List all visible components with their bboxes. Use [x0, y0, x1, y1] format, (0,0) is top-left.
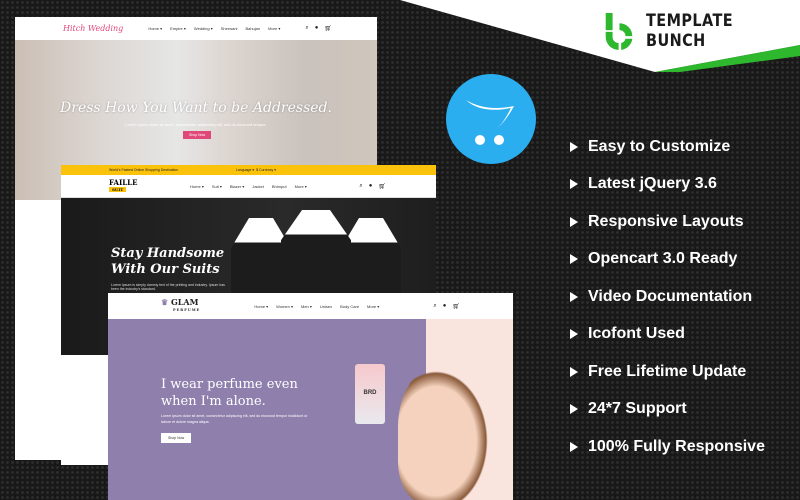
feature-list: Easy to Customize Latest jQuery 3.6 Respon…: [570, 128, 765, 466]
feature-item: 24*7 Support: [570, 391, 765, 429]
arrow-right-icon: [570, 179, 578, 190]
feature-label: 100% Fully Responsive: [588, 437, 765, 455]
model-image: [398, 364, 493, 500]
top-bar-message: World's Fastest Online Shopping Destinat…: [109, 168, 179, 172]
search-icon[interactable]: ⌕: [433, 303, 436, 310]
top-bar: World's Fastest Online Shopping Destinat…: [61, 165, 436, 175]
glam-nav: Home ▾ Women ▾ Men ▾ Unisex Body Care More ▾: [254, 304, 379, 309]
feature-item: Opencart 3.0 Ready: [570, 241, 765, 279]
search-icon[interactable]: ⌕: [305, 25, 308, 32]
wedding-logo: Hitch Wedding: [63, 24, 124, 33]
nav-item[interactable]: Bhimput: [272, 184, 287, 189]
nav-item[interactable]: Home ▾: [190, 184, 204, 189]
brand-name: TEMPLATE BUNCH: [646, 11, 734, 51]
hero-subtitle: Lorem Ipsum is simply dummy text of the …: [111, 283, 225, 291]
nav-item[interactable]: More ▾: [268, 26, 280, 31]
user-icon[interactable]: ●: [369, 183, 373, 190]
feature-item: Latest jQuery 3.6: [570, 166, 765, 204]
currency-selector[interactable]: $ Currency ▾: [256, 168, 276, 172]
feature-item: Video Documentation: [570, 278, 765, 316]
glam-theme-preview: ♛ GLAM PERFUME Home ▾ Women ▾ Men ▾ Unisex Bo…: [108, 293, 513, 500]
feature-label: Responsive Layouts: [588, 212, 744, 230]
arrow-right-icon: [570, 441, 578, 452]
feature-item: Free Lifetime Update: [570, 353, 765, 391]
template-bunch-logo: TEMPLATE BUNCH: [604, 8, 800, 54]
feature-label: Easy to Customize: [588, 137, 731, 155]
nav-item[interactable]: Wedding ▾: [194, 26, 213, 31]
feature-label: Free Lifetime Update: [588, 362, 747, 380]
nav-item[interactable]: Empire ▾: [170, 26, 186, 31]
arrow-right-icon: [570, 254, 578, 265]
opencart-cart-icon: [446, 74, 536, 164]
nav-item[interactable]: Blazer ▾: [230, 184, 244, 189]
cart-icon[interactable]: 🛒︎: [452, 303, 460, 310]
feature-label: Latest jQuery 3.6: [588, 175, 717, 193]
arrow-right-icon: [570, 404, 578, 415]
arrow-right-icon: [570, 366, 578, 377]
arrow-right-icon: [570, 329, 578, 340]
hero-subtitle: Lorem ipsum dolor sit amet, consectetur …: [161, 414, 308, 424]
hero-title: Dress How You Want to be Addressed.: [60, 100, 332, 116]
nav-item[interactable]: More ▾: [367, 304, 379, 309]
feature-item: Responsive Layouts: [570, 203, 765, 241]
feature-label: 24*7 Support: [588, 400, 687, 418]
nav-item[interactable]: Sherwani: [221, 26, 238, 31]
arrow-right-icon: [570, 216, 578, 227]
nav-item[interactable]: More ▾: [295, 184, 307, 189]
wedding-nav: Home ▾ Empire ▾ Wedding ▾ Sherwani Bahujan Mo…: [148, 26, 280, 31]
nav-item[interactable]: Unisex: [320, 304, 332, 309]
arrow-right-icon: [570, 141, 578, 152]
nav-item[interactable]: Suit ▾: [212, 184, 222, 189]
cart-icon[interactable]: 🛒︎: [324, 25, 332, 32]
faille-logo: FAILLE SUIT: [109, 177, 138, 192]
feature-label: Opencart 3.0 Ready: [588, 250, 738, 268]
shop-now-button[interactable]: Shop Now: [161, 433, 192, 443]
feature-label: Video Documentation: [588, 287, 753, 305]
nav-item[interactable]: Body Care: [340, 304, 359, 309]
glam-hero: I wear perfume even when I'm alone. Lorem…: [108, 319, 513, 500]
hero-subtitle: Lorem ipsum dolor sit amet, consectetur …: [125, 122, 267, 127]
glam-logo: ♛ GLAM PERFUME: [161, 297, 201, 312]
shop-now-button[interactable]: Shop Now: [183, 131, 212, 139]
nav-item[interactable]: Women ▾: [276, 304, 293, 309]
search-icon[interactable]: ⌕: [359, 183, 362, 190]
nav-item[interactable]: Jacket: [252, 184, 264, 189]
faille-nav: Home ▾ Suit ▾ Blazer ▾ Jacket Bhimput More ▾: [190, 184, 307, 189]
feature-label: Icofont Used: [588, 325, 685, 343]
user-icon[interactable]: ●: [315, 25, 319, 32]
language-selector[interactable]: Language ▾: [236, 168, 254, 172]
hero-title: I wear perfume even when I'm alone.: [161, 377, 298, 409]
hero-title: Stay Handsome With Our Suits: [111, 246, 225, 277]
feature-item: Icofont Used: [570, 316, 765, 354]
feature-item: Easy to Customize: [570, 128, 765, 166]
feature-item: 100% Fully Responsive: [570, 428, 765, 466]
nav-item[interactable]: Bahujan: [245, 26, 260, 31]
perfume-bottle-image: BRD: [355, 364, 385, 424]
user-icon[interactable]: ●: [443, 303, 447, 310]
nav-item[interactable]: Men ▾: [301, 304, 312, 309]
arrow-right-icon: [570, 291, 578, 302]
nav-item[interactable]: Home ▾: [254, 304, 268, 309]
cart-icon[interactable]: 🛒︎: [378, 183, 386, 190]
nav-item[interactable]: Home ▾: [148, 26, 162, 31]
template-bunch-logo-icon: [605, 12, 633, 50]
